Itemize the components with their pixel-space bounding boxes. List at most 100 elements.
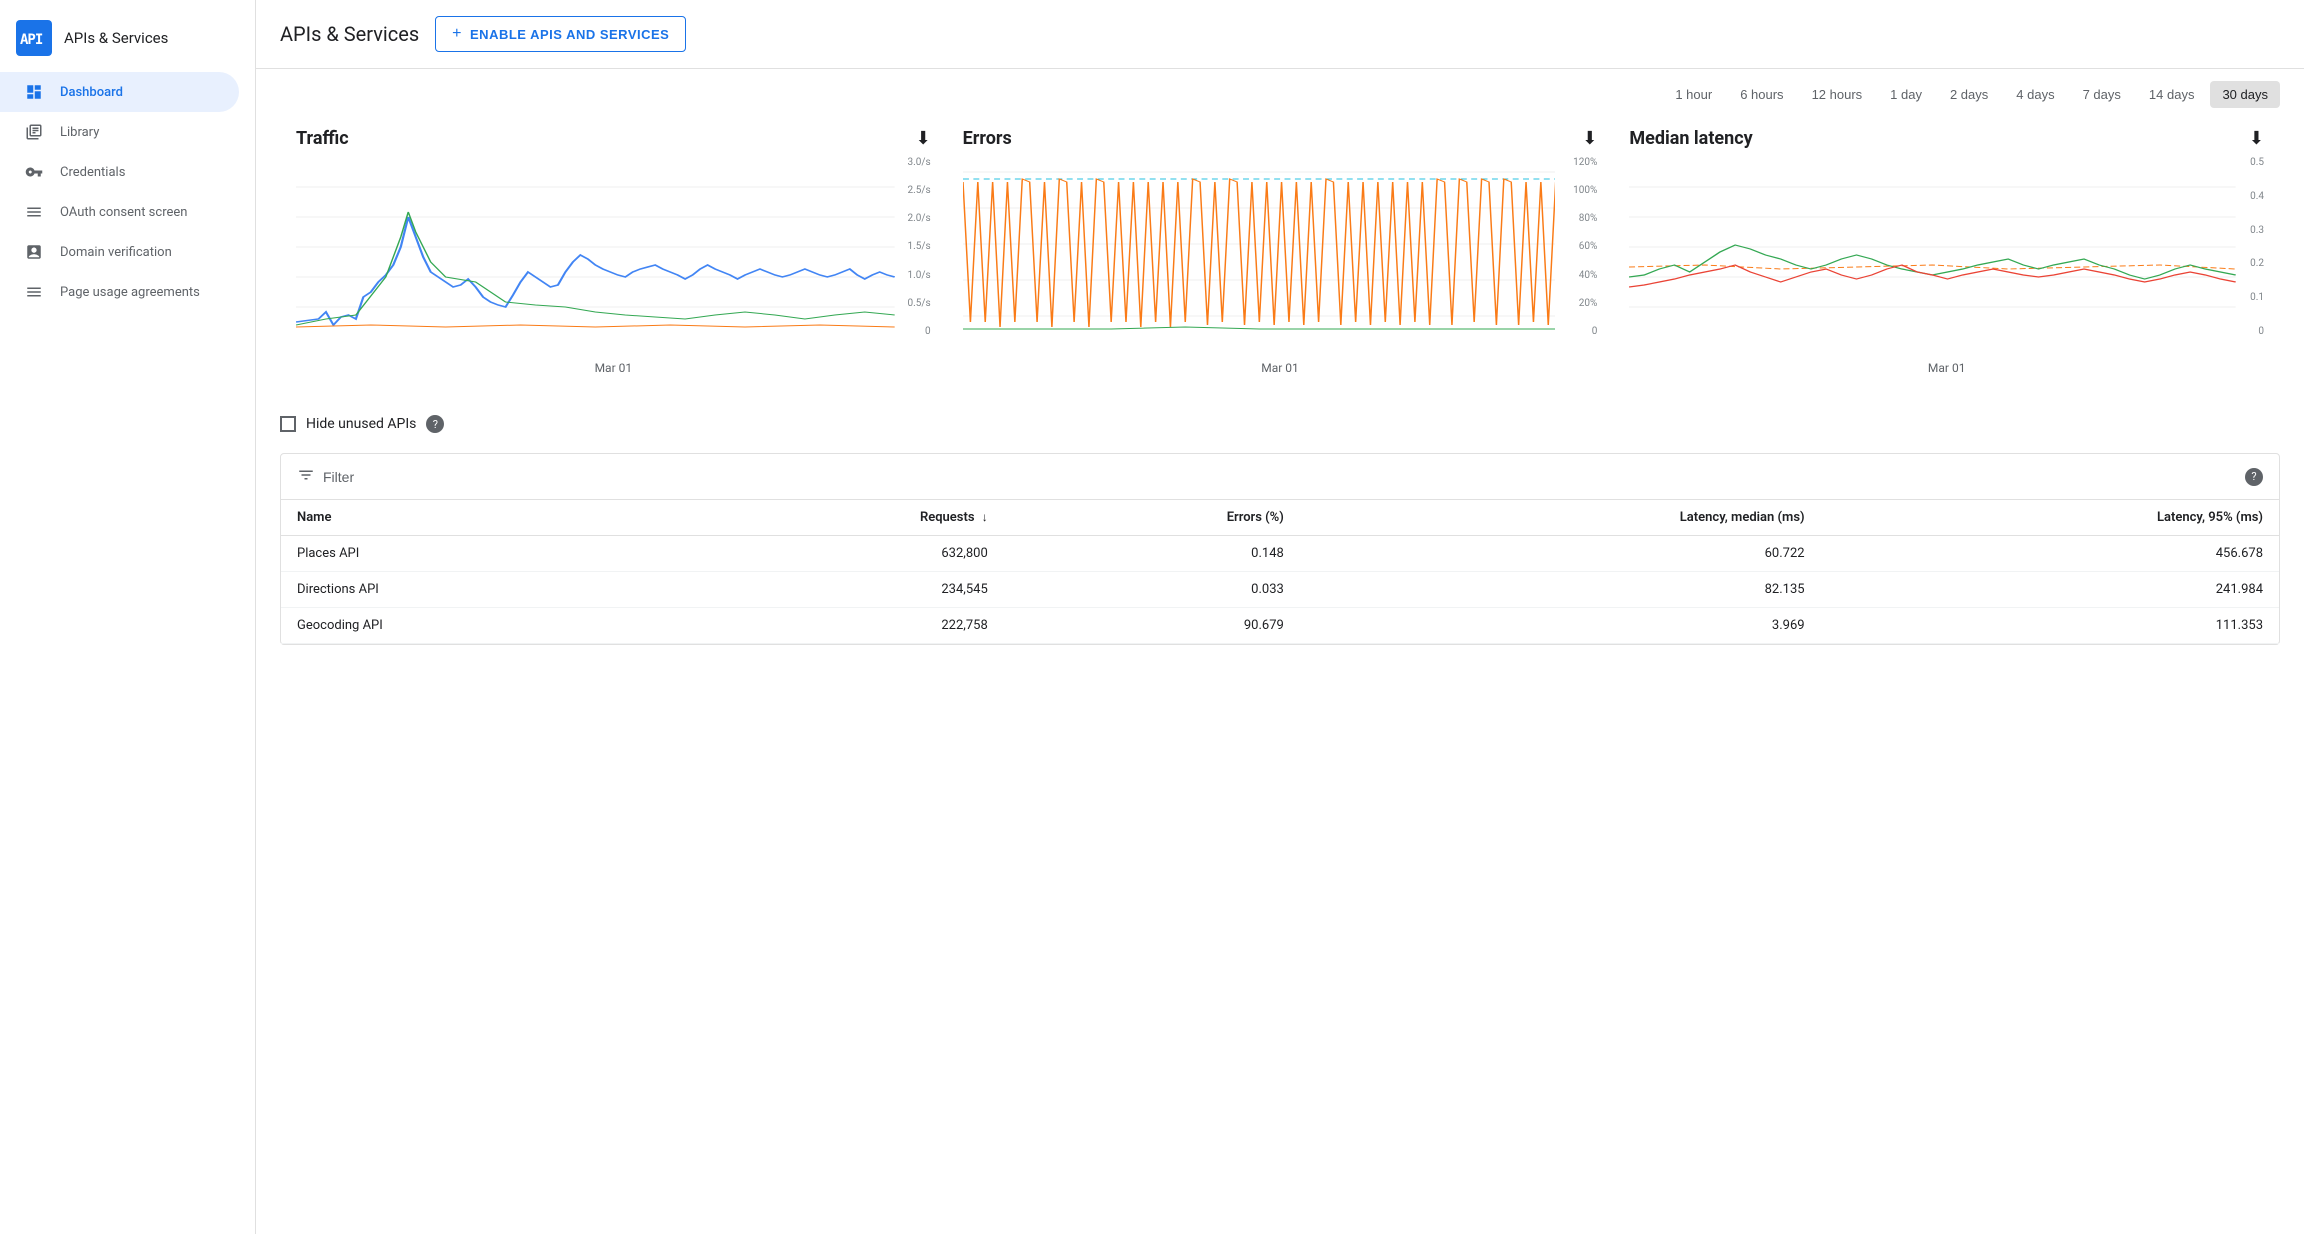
cell-latency-median: 3.969	[1300, 608, 1821, 644]
errors-x-label: Mar 01	[963, 361, 1598, 375]
time-btn-1hour[interactable]: 1 hour	[1663, 81, 1724, 108]
cell-latency-95: 241.984	[1821, 572, 2279, 608]
sort-icon: ↓	[982, 510, 988, 524]
cell-errors-pct: 90.679	[1004, 608, 1300, 644]
enable-apis-button[interactable]: + ENABLE APIS AND SERVICES	[435, 16, 686, 52]
sidebar-item-label: Domain verification	[60, 245, 172, 260]
sidebar-item-page-usage[interactable]: Page usage agreements	[0, 272, 239, 312]
page-title: APIs & Services	[280, 22, 419, 46]
sidebar-item-label: Credentials	[60, 165, 125, 180]
y-label: 0.1	[2240, 292, 2264, 303]
time-btn-7days[interactable]: 7 days	[2071, 81, 2133, 108]
errors-chart-header: Errors ⬇	[963, 128, 1598, 149]
y-label: 0	[2240, 326, 2264, 337]
sidebar-item-label: Page usage agreements	[60, 285, 200, 300]
hide-unused-help-icon[interactable]: ?	[426, 415, 444, 433]
oauth-icon	[24, 202, 44, 222]
col-latency-95: Latency, 95% (ms)	[1821, 500, 2279, 536]
y-label: 2.0/s	[899, 213, 931, 224]
api-logo: API	[16, 20, 52, 56]
latency-chart-title: Median latency	[1629, 128, 1752, 149]
y-label: 1.0/s	[899, 270, 931, 281]
cell-latency-95: 456.678	[1821, 536, 2279, 572]
api-table-wrapper: Filter ? Name Requests ↓ Err	[280, 453, 2280, 645]
page-usage-icon	[24, 282, 44, 302]
latency-x-label: Mar 01	[1629, 361, 2264, 375]
col-requests[interactable]: Requests ↓	[672, 500, 1004, 536]
traffic-chart-header: Traffic ⬇	[296, 128, 931, 149]
y-label: 0	[1559, 326, 1597, 337]
errors-chart-title: Errors	[963, 128, 1012, 149]
cell-latency-median: 60.722	[1300, 536, 1821, 572]
cell-requests: 222,758	[672, 608, 1004, 644]
traffic-download-icon[interactable]: ⬇	[916, 128, 931, 149]
time-btn-6hours[interactable]: 6 hours	[1728, 81, 1795, 108]
y-label: 80%	[1559, 213, 1597, 224]
y-label: 3.0/s	[899, 157, 931, 168]
table-header-row: Name Requests ↓ Errors (%) Latency, medi…	[281, 500, 2279, 536]
col-name: Name	[281, 500, 672, 536]
sidebar-item-label: Library	[60, 125, 99, 140]
table-row[interactable]: Geocoding API 222,758 90.679 3.969 111.3…	[281, 608, 2279, 644]
table-row[interactable]: Places API 632,800 0.148 60.722 456.678	[281, 536, 2279, 572]
cell-requests: 632,800	[672, 536, 1004, 572]
filter-button[interactable]: Filter	[297, 466, 354, 487]
hide-unused-label: Hide unused APIs	[306, 416, 416, 432]
sidebar-item-library[interactable]: Library	[0, 112, 239, 152]
y-label: 0.2	[2240, 258, 2264, 269]
time-btn-1day[interactable]: 1 day	[1878, 81, 1934, 108]
dashboard-icon	[24, 82, 44, 102]
y-label: 0.3	[2240, 225, 2264, 236]
y-label: 20%	[1559, 298, 1597, 309]
traffic-chart-title: Traffic	[296, 128, 349, 149]
time-range-bar: 1 hour 6 hours 12 hours 1 day 2 days 4 d…	[256, 69, 2304, 120]
cell-name: Directions API	[281, 572, 672, 608]
cell-name: Places API	[281, 536, 672, 572]
time-btn-4days[interactable]: 4 days	[2004, 81, 2066, 108]
latency-chart-svg	[1629, 157, 2236, 337]
enable-button-label: ENABLE APIS AND SERVICES	[470, 27, 669, 42]
api-table: Name Requests ↓ Errors (%) Latency, medi…	[281, 500, 2279, 644]
main-content: APIs & Services + ENABLE APIS AND SERVIC…	[256, 0, 2304, 1234]
errors-download-icon[interactable]: ⬇	[1582, 128, 1597, 149]
y-label: 40%	[1559, 270, 1597, 281]
traffic-chart-container: Traffic ⬇	[280, 120, 947, 383]
time-btn-14days[interactable]: 14 days	[2137, 81, 2207, 108]
cell-errors-pct: 0.148	[1004, 536, 1300, 572]
y-label: 0.5/s	[899, 298, 931, 309]
sidebar-item-dashboard[interactable]: Dashboard	[0, 72, 239, 112]
main-header: APIs & Services + ENABLE APIS AND SERVIC…	[256, 0, 2304, 69]
svg-text:API: API	[20, 32, 43, 48]
errors-chart-svg	[963, 157, 1556, 337]
time-btn-30days[interactable]: 30 days	[2210, 81, 2280, 108]
hide-unused-checkbox[interactable]	[280, 416, 296, 432]
y-label: 100%	[1559, 185, 1597, 196]
sidebar: API APIs & Services Dashboard Library Cr…	[0, 0, 256, 1234]
y-label: 120%	[1559, 157, 1597, 168]
traffic-chart-svg	[296, 157, 895, 337]
sidebar-header: API APIs & Services	[0, 8, 255, 72]
sidebar-item-domain[interactable]: Domain verification	[0, 232, 239, 272]
y-label: 1.5/s	[899, 241, 931, 252]
table-toolbar: Filter ?	[281, 454, 2279, 500]
sidebar-title: APIs & Services	[64, 29, 168, 47]
table-row[interactable]: Directions API 234,545 0.033 82.135 241.…	[281, 572, 2279, 608]
sidebar-item-label: OAuth consent screen	[60, 205, 187, 220]
sidebar-item-oauth[interactable]: OAuth consent screen	[0, 192, 239, 232]
sidebar-item-label: Dashboard	[60, 85, 123, 100]
latency-download-icon[interactable]: ⬇	[2249, 128, 2264, 149]
time-btn-2days[interactable]: 2 days	[1938, 81, 2000, 108]
y-label: 2.5/s	[899, 185, 931, 196]
table-help-icon[interactable]: ?	[2245, 468, 2263, 486]
credentials-icon	[24, 162, 44, 182]
latency-chart-header: Median latency ⬇	[1629, 128, 2264, 149]
y-label: 0.4	[2240, 191, 2264, 202]
y-label: 0.5	[2240, 157, 2264, 168]
filter-label: Filter	[323, 469, 354, 485]
charts-section: Traffic ⬇	[256, 120, 2304, 407]
plus-icon: +	[452, 25, 462, 43]
sidebar-item-credentials[interactable]: Credentials	[0, 152, 239, 192]
col-latency-median: Latency, median (ms)	[1300, 500, 1821, 536]
library-icon	[24, 122, 44, 142]
time-btn-12hours[interactable]: 12 hours	[1800, 81, 1875, 108]
